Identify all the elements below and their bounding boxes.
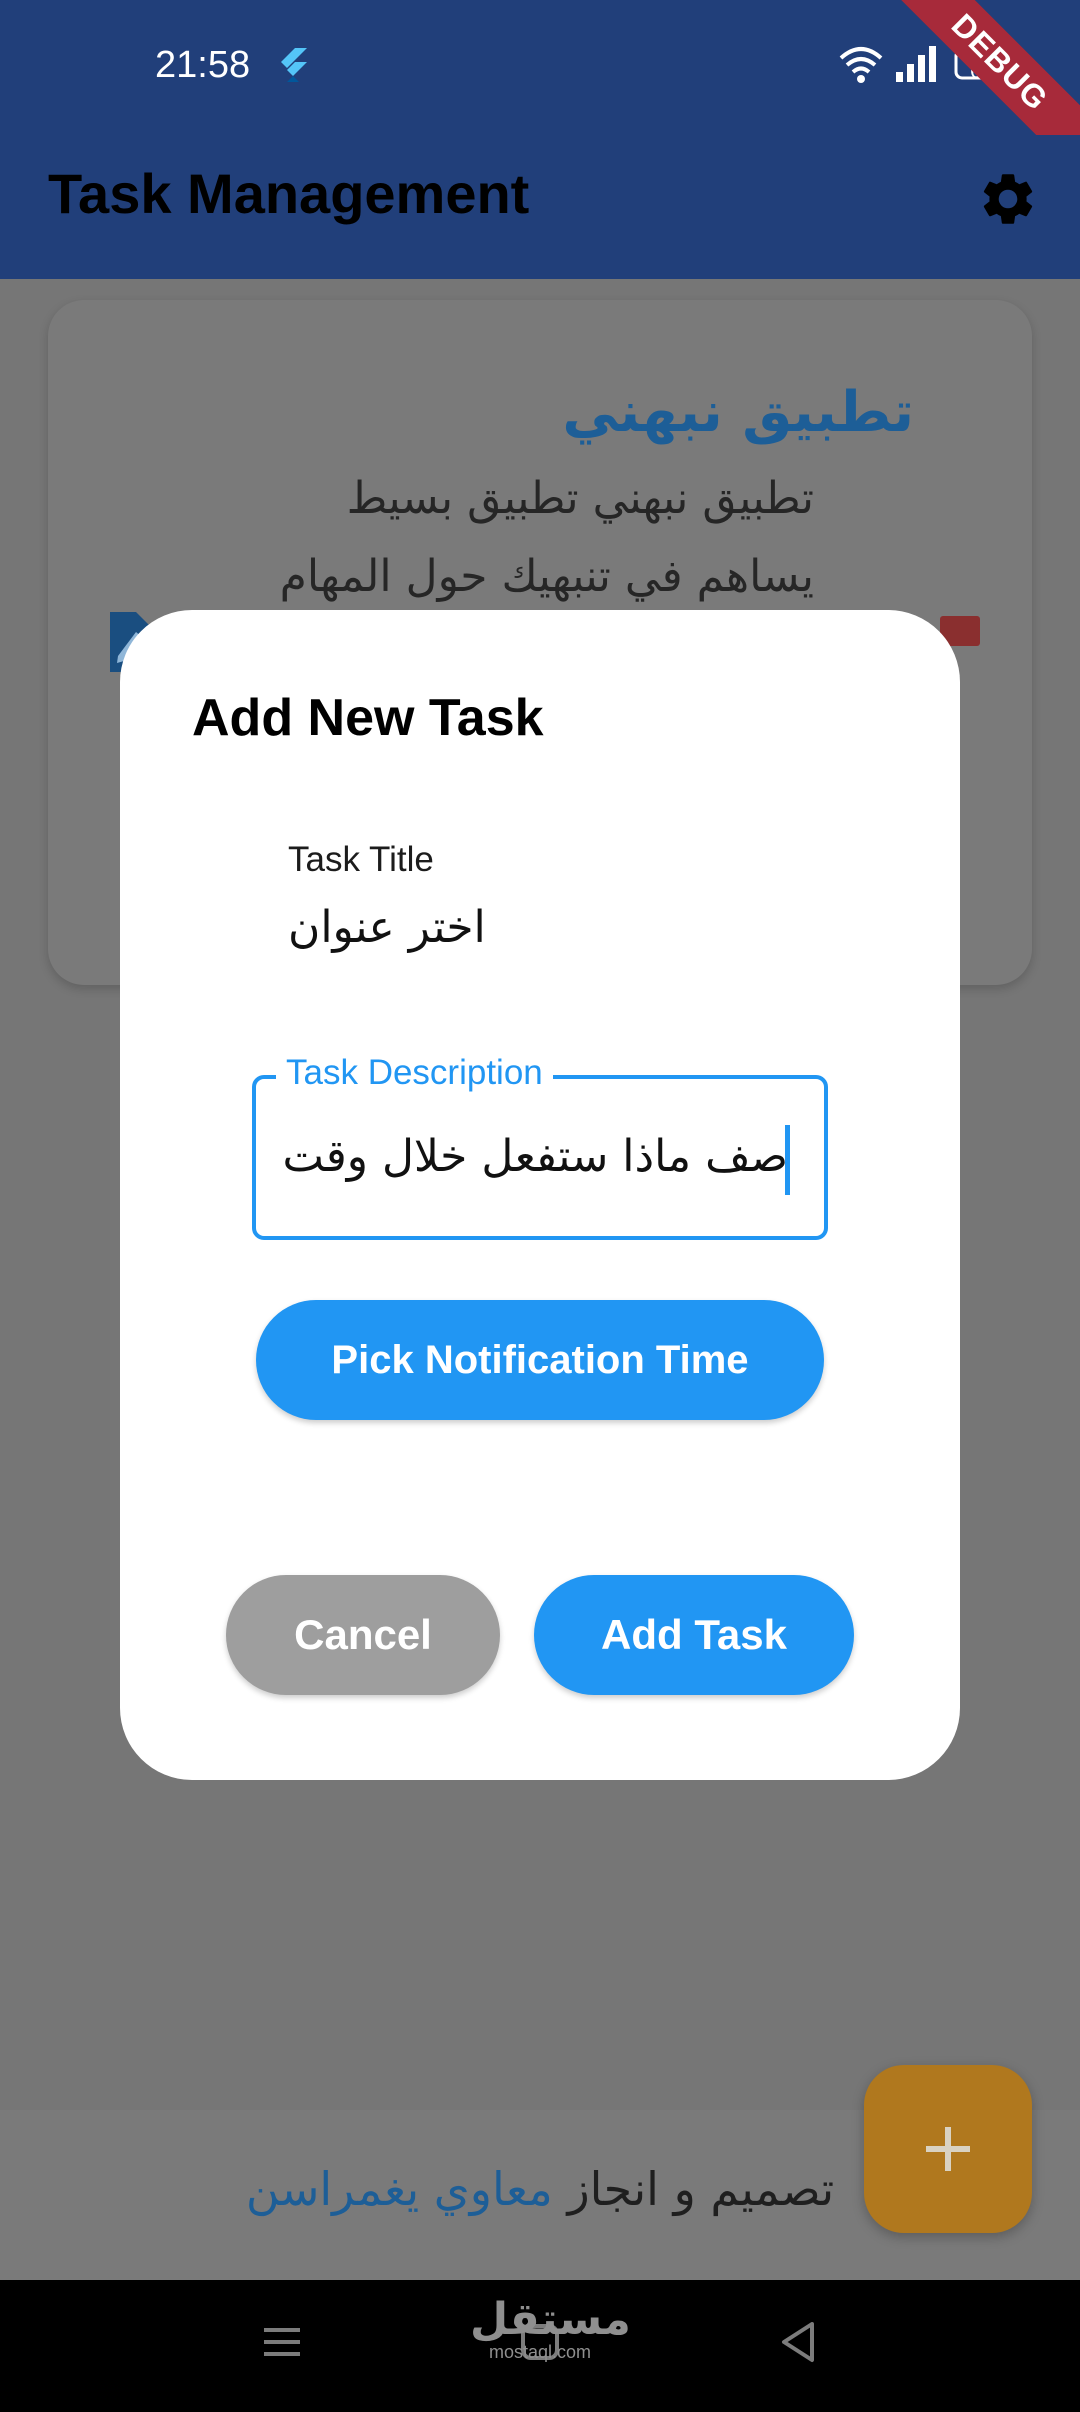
- watermark: مستقل mostaql.com: [470, 2294, 631, 2363]
- dialog-title: Add New Task: [192, 689, 544, 747]
- footer-prefix: تصميم و انجاز: [567, 2162, 835, 2216]
- text-cursor: [785, 1125, 790, 1195]
- task-title-label: Task Title: [288, 840, 434, 879]
- add-task-fab[interactable]: [864, 2065, 1032, 2233]
- pick-notification-time-button[interactable]: Pick Notification Time: [256, 1300, 824, 1420]
- footer-author-link[interactable]: معاوي يغمراسن: [246, 2162, 553, 2216]
- status-bar: 21:58 67 DEBUG: [0, 0, 1080, 187]
- gear-icon: [983, 174, 1033, 224]
- task-title-input[interactable]: اختر عنوان: [288, 902, 486, 953]
- task-card-description-line: يساهم في تنبهيك حول المهام: [279, 551, 814, 602]
- menu-icon[interactable]: [262, 2320, 302, 2364]
- watermark-latin: mostaql.com: [488, 2342, 592, 2362]
- system-nav-bar: مستقل mostaql.com: [0, 2280, 1080, 2412]
- cancel-button[interactable]: Cancel: [226, 1575, 500, 1695]
- task-title-field[interactable]: Task Title اختر عنوان: [288, 840, 868, 990]
- settings-button[interactable]: [972, 163, 1044, 235]
- status-time: 21:58: [155, 44, 251, 86]
- task-card-description-line: تطبيق نبهني تطبيق بسيط: [346, 473, 814, 524]
- task-description-input[interactable]: صف ماذا ستفعل خلال وقت: [282, 1131, 788, 1182]
- flutter-icon: [281, 48, 307, 82]
- watermark-arabic: مستقل: [470, 2294, 631, 2345]
- task-description-label: Task Description: [276, 1053, 553, 1093]
- add-task-button[interactable]: Add Task: [534, 1575, 854, 1695]
- add-task-dialog: Add New Task Task Title اختر عنوان Task …: [120, 610, 960, 1780]
- task-card-description: تطبيق نبهني تطبيق بسيط يساهم في تنبهيك ح…: [214, 460, 814, 616]
- task-description-field[interactable]: Task Description صف ماذا ستفعل خلال وقت: [252, 1053, 828, 1240]
- task-card-title: تطبيق نبهني: [562, 380, 914, 445]
- app-title: Task Management: [48, 162, 530, 225]
- wifi-icon: [839, 47, 883, 83]
- app-bar: Task Management: [0, 135, 1080, 279]
- signal-icon: [896, 46, 936, 82]
- back-icon[interactable]: [778, 2320, 818, 2364]
- plus-icon: [926, 2127, 970, 2171]
